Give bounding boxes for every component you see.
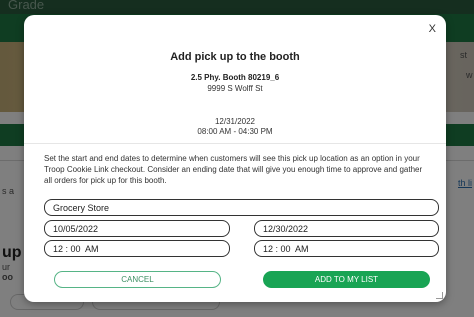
cancel-button[interactable]: CANCEL [54,271,221,288]
instructions-text: Set the start and end dates to determine… [44,154,423,185]
end-date-input[interactable] [254,220,439,237]
divider [24,143,446,144]
add-to-my-list-button[interactable]: ADD TO MY LIST [263,271,430,288]
booth-time-range: 08:00 AM - 04:30 PM [197,127,273,136]
start-time-input[interactable] [44,240,230,257]
close-button[interactable]: X [429,23,436,35]
resize-handle-icon[interactable] [436,292,443,299]
pickup-location-input[interactable] [44,199,439,216]
booth-name: 2.5 Phy. Booth 80219_6 [190,73,280,82]
booth-date: 12/31/2022 [214,117,256,126]
modal-title: Add pick up to the booth [170,51,300,63]
start-date-input[interactable] [44,220,230,237]
end-time-input[interactable] [254,240,439,257]
add-pickup-modal: X Add pick up to the booth 2.5 Phy. Boot… [24,15,446,302]
booth-address: 9999 S Wolff St [207,84,263,93]
